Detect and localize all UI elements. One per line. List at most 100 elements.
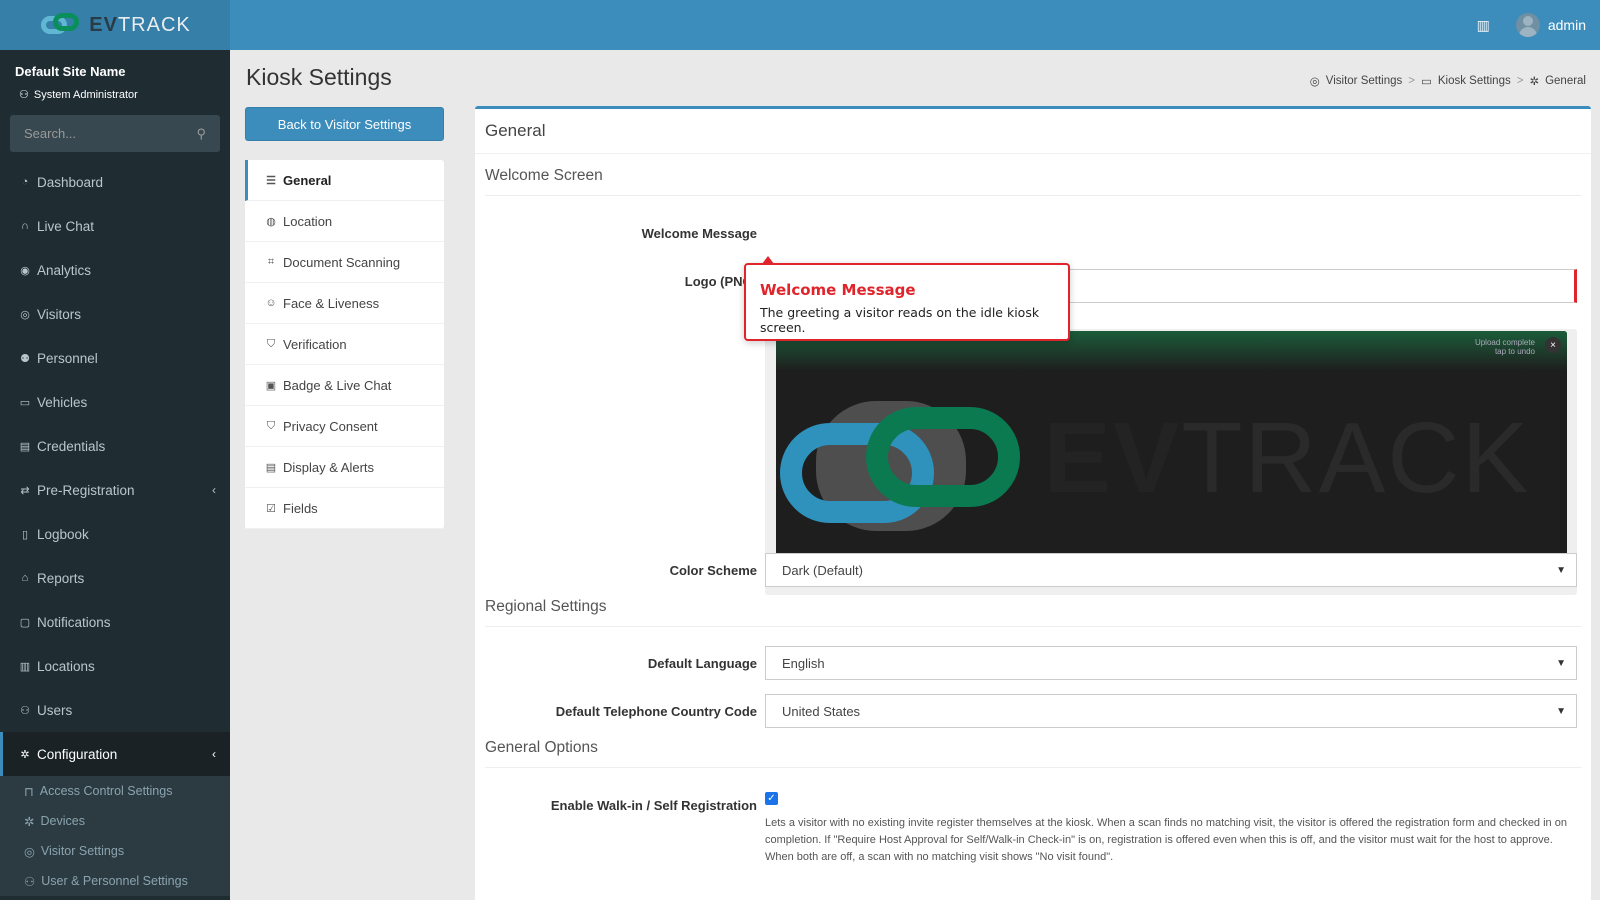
divider bbox=[475, 153, 1591, 154]
user-name: admin bbox=[1547, 17, 1586, 33]
default-language-label: Default Language bbox=[647, 656, 757, 671]
upload-status: Upload complete tap to undo bbox=[1474, 338, 1535, 356]
breadcrumb-visitor-settings[interactable]: Visitor Settings bbox=[1326, 75, 1403, 87]
section-verification[interactable]: ⛉ Verification bbox=[245, 324, 444, 365]
lock-icon: ⊓ bbox=[24, 784, 34, 799]
sidebar-item-visitors[interactable]: ◎ Visitors bbox=[0, 292, 230, 336]
default-language-select[interactable]: English ▼ bbox=[765, 646, 1577, 680]
kiosk-sections-nav: ☰ General ◍ Location ⌗ Document Scanning ☺ F… bbox=[245, 160, 444, 529]
logo-ring-green bbox=[866, 407, 1020, 507]
user-menu[interactable]: admin bbox=[1515, 13, 1586, 37]
section-document-scanning[interactable]: ⌗ Document Scanning bbox=[245, 242, 444, 283]
sidebar-item-configuration[interactable]: ✲ Configuration ‹ bbox=[0, 732, 230, 776]
display-icon: ▤ bbox=[265, 461, 277, 474]
chevron-left-icon: ‹ bbox=[212, 483, 216, 497]
section-badge-live-chat[interactable]: ▣ Badge & Live Chat bbox=[245, 365, 444, 406]
id-card-icon: ▤ bbox=[19, 440, 31, 453]
welcome-message-label: Welcome Message bbox=[641, 226, 757, 241]
divider bbox=[485, 626, 1581, 627]
site-name: Default Site Name bbox=[15, 64, 126, 79]
breadcrumb-separator: > bbox=[1408, 75, 1415, 87]
breadcrumb-kiosk-settings[interactable]: Kiosk Settings bbox=[1438, 75, 1511, 87]
sidebar-item-credentials[interactable]: ▤ Credentials bbox=[0, 424, 230, 468]
close-icon[interactable]: × bbox=[1545, 337, 1561, 353]
search-icon[interactable]: ⚲ bbox=[196, 126, 206, 142]
subnav-item-devices[interactable]: ✲ Devices bbox=[0, 806, 230, 836]
breadcrumb: ◎ Visitor Settings > ▭ Kiosk Settings > … bbox=[1310, 74, 1586, 88]
welcome-screen-title: Welcome Screen bbox=[485, 167, 603, 184]
back-to-visitor-settings-button[interactable]: Back to Visitor Settings bbox=[245, 107, 444, 141]
general-options-title: General Options bbox=[485, 739, 598, 756]
walkin-checkbox[interactable]: ✓ bbox=[765, 792, 778, 805]
user-icon: ⚇ bbox=[19, 89, 29, 101]
map-icon: ▥ bbox=[19, 660, 31, 673]
settings-panel: General Welcome Screen Welcome Message W… bbox=[475, 106, 1591, 900]
sidebar-item-dashboard[interactable]: ◔ Dashboard bbox=[0, 160, 230, 204]
sidebar-item-logbook[interactable]: ▯ Logbook bbox=[0, 512, 230, 556]
sidebar-item-personnel[interactable]: ⚉ Personnel bbox=[0, 336, 230, 380]
section-fields[interactable]: ☑ Fields bbox=[245, 488, 444, 529]
devices-icon: ✲ bbox=[24, 814, 35, 829]
users-icon: ⚇ bbox=[20, 704, 30, 717]
chevron-down-icon: ▼ bbox=[1556, 657, 1566, 669]
eye-icon: ◎ bbox=[20, 308, 30, 321]
eye-icon: ◎ bbox=[1309, 76, 1320, 88]
section-location[interactable]: ◍ Location bbox=[245, 201, 444, 242]
sidebar-item-analytics[interactable]: ◉ Analytics bbox=[0, 248, 230, 292]
sidebar-item-reports[interactable]: ⌂ Reports bbox=[0, 556, 230, 600]
section-general[interactable]: ☰ General bbox=[245, 160, 444, 201]
subnav-item-access-control[interactable]: ⊓ Access Control Settings bbox=[0, 776, 230, 806]
subnav-item-visitor-settings[interactable]: ◎ Visitor Settings bbox=[0, 836, 230, 866]
pin-icon: ◍ bbox=[266, 215, 276, 228]
gear-icon: ✲ bbox=[20, 748, 30, 761]
badge-icon: ▣ bbox=[265, 379, 277, 392]
section-privacy-consent[interactable]: ⛉ Privacy Consent bbox=[245, 406, 444, 447]
search-input[interactable]: Search... bbox=[24, 126, 76, 141]
check-icon: ✓ bbox=[767, 793, 776, 804]
regional-settings-title: Regional Settings bbox=[485, 598, 607, 615]
sliders-icon: ☰ bbox=[266, 174, 276, 187]
chevron-down-icon: ▼ bbox=[1556, 564, 1566, 576]
country-code-select[interactable]: United States ▼ bbox=[765, 694, 1577, 728]
color-scheme-select[interactable]: Dark (Default) ▼ bbox=[765, 553, 1577, 587]
checklist-icon: ☑ bbox=[266, 502, 276, 515]
analytics-icon: ◉ bbox=[20, 264, 30, 277]
chevron-down-icon: ▼ bbox=[1556, 705, 1566, 717]
logo-preview-text: EVTRACK bbox=[1044, 402, 1531, 514]
page-title: Kiosk Settings bbox=[246, 64, 392, 90]
chevron-left-icon: ‹ bbox=[212, 747, 216, 761]
sidebar-item-users[interactable]: ⚇ Users bbox=[0, 688, 230, 732]
main-content: Kiosk Settings ◎ Visitor Settings > ▭ Ki… bbox=[230, 50, 1600, 900]
color-scheme-label: Color Scheme bbox=[669, 563, 757, 578]
app-logo[interactable]: EVTRACK bbox=[0, 0, 230, 50]
car-icon: ▭ bbox=[19, 396, 31, 409]
section-display-alerts[interactable]: ▤ Display & Alerts bbox=[245, 447, 444, 488]
walkin-label: Enable Walk-in / Self Registration bbox=[550, 798, 757, 813]
section-face-liveness[interactable]: ☺ Face & Liveness bbox=[245, 283, 444, 324]
sidebar-item-notifications[interactable]: ▢ Notifications bbox=[0, 600, 230, 644]
face-icon: ☺ bbox=[265, 297, 277, 309]
breadcrumb-separator: > bbox=[1516, 75, 1524, 87]
tooltip-title: Welcome Message bbox=[760, 281, 916, 299]
subnav-item-user-personnel[interactable]: ⚇ User & Personnel Settings bbox=[0, 866, 230, 896]
building-icon[interactable]: ▥ bbox=[1477, 17, 1490, 34]
monitor-icon: ▭ bbox=[1420, 76, 1432, 88]
sidebar-item-pre-registration[interactable]: ⇄ Pre-Registration ‹ bbox=[0, 468, 230, 512]
user-icon: ⚇ bbox=[24, 874, 36, 889]
user-role: ⚇ System Administrator bbox=[19, 88, 138, 102]
exchange-icon: ⇄ bbox=[20, 484, 30, 497]
sidebar-nav: ◔ Dashboard ∩ Live Chat ◉ Analytics ◎ Visito… bbox=[0, 160, 230, 896]
configuration-subnav: ⊓ Access Control Settings ✲ Devices ◎ Visit… bbox=[0, 776, 230, 896]
divider bbox=[485, 195, 1581, 196]
shield-icon: ⛉ bbox=[266, 419, 276, 432]
logo-text: EVTRACK bbox=[89, 13, 191, 36]
walkin-help-text: Lets a visitor with no existing invite r… bbox=[765, 817, 1567, 863]
sidebar-search[interactable]: Search... ⚲ bbox=[10, 115, 220, 152]
sidebar-item-vehicles[interactable]: ▭ Vehicles bbox=[0, 380, 230, 424]
sidebar-item-live-chat[interactable]: ∩ Live Chat bbox=[0, 204, 230, 248]
logo-mark-icon bbox=[39, 10, 83, 40]
sidebar-item-locations[interactable]: ▥ Locations bbox=[0, 644, 230, 688]
breadcrumb-general: General bbox=[1545, 75, 1586, 87]
sidebar: Default Site Name ⚇ System Administrator… bbox=[0, 50, 230, 900]
country-code-label: Default Telephone Country Code bbox=[555, 704, 757, 719]
